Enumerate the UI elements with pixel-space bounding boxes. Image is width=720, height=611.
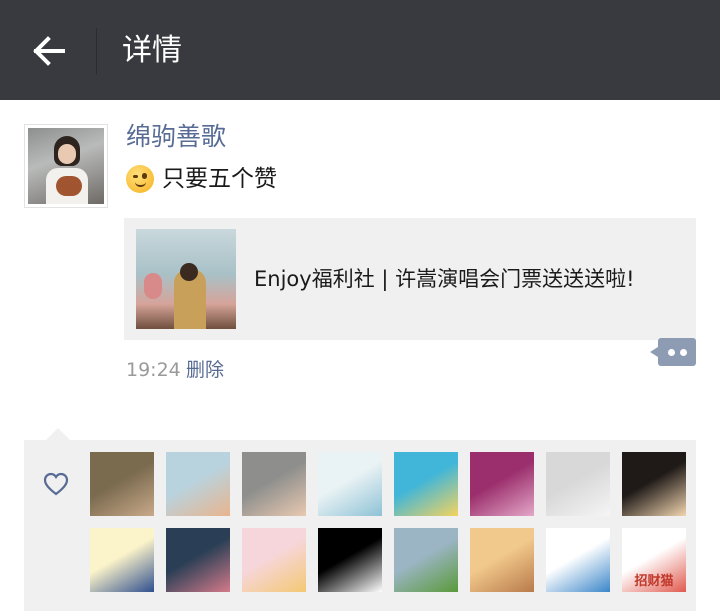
like-avatar-girl-profile[interactable] [166, 452, 230, 516]
like-avatar-girl-with-bear[interactable] [242, 452, 306, 516]
like-avatars-row: 招财猫 [90, 528, 690, 592]
arrow-left-icon [33, 36, 65, 66]
comment-dots-icon [667, 348, 675, 356]
author-name[interactable]: 绵驹善歌 [126, 120, 226, 154]
like-avatar-silhouette[interactable] [622, 452, 686, 516]
like-avatar-green-leaf[interactable] [394, 528, 458, 592]
likes-panel: 招财猫 [24, 428, 696, 611]
link-thumbnail [136, 229, 236, 329]
comment-button[interactable] [650, 338, 696, 366]
wink-face-icon [126, 165, 154, 193]
delete-link[interactable]: 删除 [186, 356, 224, 384]
heart-outline-icon [43, 472, 69, 496]
like-avatar-cartoon-fish[interactable] [546, 528, 610, 592]
like-avatar-cartoon-kid[interactable] [90, 528, 154, 592]
like-avatar-cartoon-boy-headphones[interactable] [394, 452, 458, 516]
post-content: 只要五个赞 [126, 162, 277, 196]
page-title: 详情 [122, 33, 182, 68]
post-time: 19:24 [126, 359, 181, 381]
like-avatar-flowers[interactable] [318, 452, 382, 516]
like-avatar-swoosh-logo[interactable] [318, 528, 382, 592]
post-text: 只要五个赞 [162, 166, 277, 192]
like-avatar-guitar-player[interactable] [470, 452, 534, 516]
like-avatar-cute-faces[interactable] [242, 528, 306, 592]
back-button[interactable] [26, 28, 72, 74]
like-avatar-text: 招财猫 [634, 574, 674, 589]
author-avatar[interactable] [24, 124, 108, 208]
header-divider [96, 28, 97, 74]
like-avatar-lucky-cat[interactable]: 招财猫 [622, 528, 686, 592]
like-avatars-grid: 招财猫 [90, 452, 690, 604]
like-avatar-sunset-girl[interactable] [470, 528, 534, 592]
like-avatar-white-cat[interactable] [546, 452, 610, 516]
link-title: Enjoy福利社 | 许嵩演唱会门票送送送啦! [254, 267, 635, 291]
like-avatars-row [90, 452, 690, 516]
shared-link-card[interactable]: Enjoy福利社 | 许嵩演唱会门票送送送啦! [124, 218, 696, 340]
like-avatar-pink-sky[interactable] [166, 528, 230, 592]
top-bar: 详情 [0, 0, 720, 100]
like-avatar-woman[interactable] [90, 452, 154, 516]
